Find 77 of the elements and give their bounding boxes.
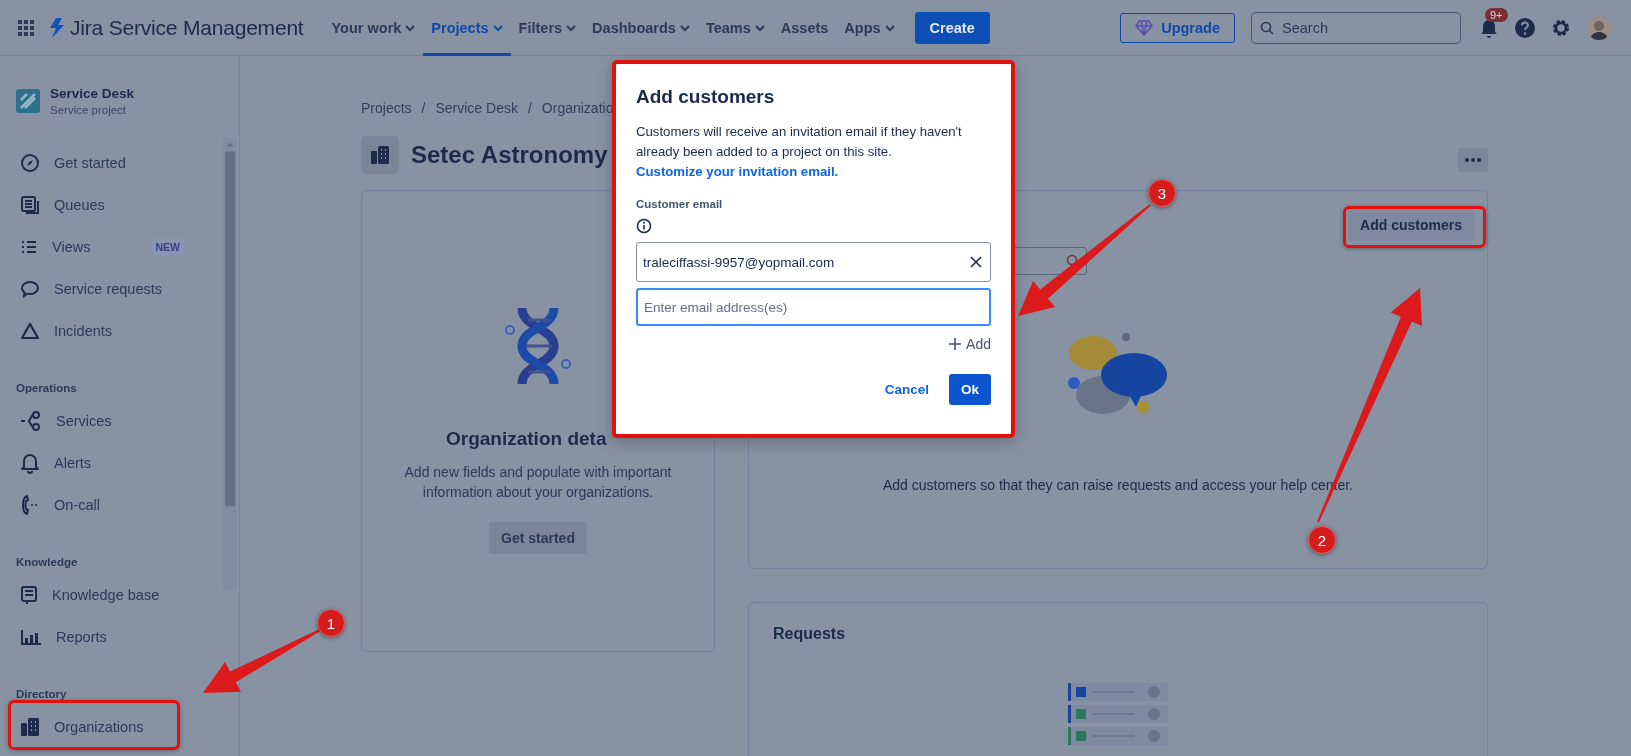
nodes-icon <box>20 411 42 431</box>
section-heading: Operations <box>15 381 78 396</box>
breadcrumb-link[interactable]: Organizatio <box>541 100 614 116</box>
get-started-button[interactable]: Get started <box>489 522 587 554</box>
breadcrumb-separator: / <box>527 100 532 116</box>
cancel-button[interactable]: Cancel <box>876 374 937 405</box>
phone-icon <box>20 494 40 516</box>
more-icon <box>1465 158 1481 162</box>
step-number: 3 <box>1148 179 1176 207</box>
sidebar-item[interactable]: Organizations <box>0 706 200 748</box>
card-description: Add new fields and populate with important information about your organizations. <box>403 463 673 502</box>
sidebar-item[interactable]: Get started <box>0 142 200 184</box>
nav-tab[interactable]: Dashboards <box>584 0 698 56</box>
upgrade-button[interactable]: Upgrade <box>1120 12 1235 43</box>
triangle-icon <box>20 321 40 341</box>
search-icon <box>1260 20 1274 35</box>
building-icon <box>370 145 390 165</box>
compass-icon <box>20 153 40 173</box>
help-icon[interactable] <box>1514 16 1536 39</box>
add-button[interactable]: Add <box>949 332 991 356</box>
info-icon[interactable] <box>636 218 652 234</box>
email-address: traleciffassi-9957@yopmail.com <box>643 254 836 270</box>
field-label: Customer email <box>636 198 724 210</box>
email-input-field[interactable]: Enter email address(es) <box>636 288 991 326</box>
pages-icon <box>20 195 40 215</box>
lightning-logo-icon <box>48 16 66 39</box>
sidebar-item[interactable]: Incidents <box>0 310 200 352</box>
nav-tab[interactable]: Apps <box>836 0 903 56</box>
breadcrumb-link[interactable]: Service Desk <box>435 100 518 116</box>
project-name[interactable]: Service Desk <box>50 86 135 101</box>
nav-tab[interactable]: Projects <box>423 0 511 56</box>
bell-icon <box>20 452 40 474</box>
sidebar-item[interactable]: Knowledge base <box>0 574 200 616</box>
add-customers-button[interactable]: Add customers <box>1348 209 1474 241</box>
scrollbar[interactable] <box>222 138 238 590</box>
page-title: Setec Astronomy <box>411 141 608 169</box>
plus-icon <box>949 338 962 350</box>
app-grid-icon[interactable] <box>18 19 34 36</box>
ok-button[interactable]: Ok <box>949 374 991 405</box>
step-number: 2 <box>1308 526 1336 554</box>
nav-tab[interactable]: Teams <box>697 0 773 56</box>
nav-tab[interactable]: Filters <box>510 0 585 56</box>
notification-count: 9+ <box>1485 7 1508 22</box>
bar-chart-icon <box>20 628 42 646</box>
close-icon[interactable] <box>970 256 982 268</box>
section-heading: Directory <box>15 687 68 702</box>
dialog-description: Customers will receive an invitation email if they haven't already been added to a project on this site. <box>636 123 963 161</box>
document-icon <box>20 585 38 605</box>
sidebar-item[interactable]: Services <box>0 400 200 442</box>
sidebar-item[interactable]: Service requests <box>0 268 200 310</box>
sidebar-item[interactable]: On-call <box>0 484 200 526</box>
sidebar-item[interactable]: Reports <box>0 616 200 658</box>
speech-bubble-icon <box>20 279 40 299</box>
diamond-icon <box>1135 19 1154 36</box>
sidebar-item[interactable]: Queues <box>0 184 200 226</box>
breadcrumb-link[interactable]: Projects <box>361 100 412 116</box>
avatar[interactable] <box>1587 15 1611 40</box>
step-number: 1 <box>317 609 345 637</box>
app-name[interactable]: Jira Service Management <box>70 15 304 40</box>
card-title: Requests <box>773 625 847 643</box>
nav-tab[interactable]: Assets <box>772 0 837 56</box>
section-heading: Knowledge <box>15 555 79 570</box>
nav-tab[interactable]: Your work <box>323 0 424 56</box>
building-icon <box>20 717 40 737</box>
create-button[interactable]: Create <box>914 11 990 44</box>
project-logo-icon <box>16 89 40 113</box>
customize-email-link[interactable]: Customize your invitation email. <box>636 164 839 179</box>
project-type: Service project <box>50 104 128 116</box>
dialog-title: Add customers <box>636 86 776 108</box>
sidebar-item[interactable]: Views NEW <box>0 226 200 268</box>
breadcrumb-separator: / <box>421 100 426 116</box>
new-badge: NEW <box>151 239 184 255</box>
more-button[interactable] <box>1458 148 1488 172</box>
card-title: Organization deta <box>446 428 607 450</box>
list-icon <box>20 240 38 254</box>
search-field[interactable]: Search <box>1251 11 1461 44</box>
sidebar-item[interactable]: Alerts <box>0 442 200 484</box>
